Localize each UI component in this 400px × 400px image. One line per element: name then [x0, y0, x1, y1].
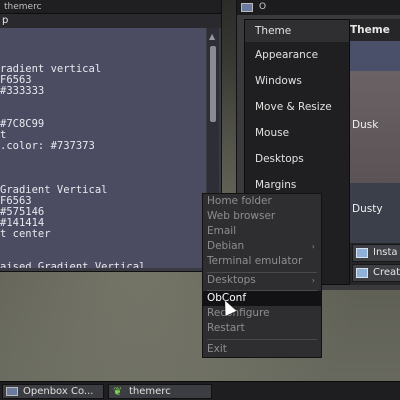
sidebar-item-label: Move & Resize — [255, 101, 332, 113]
obconf-titlebar[interactable]: O — [237, 0, 400, 15]
leaf-icon: ❦ — [113, 385, 123, 398]
task-themerc[interactable]: ❦ themerc — [108, 384, 212, 399]
window-icon — [241, 3, 253, 12]
theme-row-dusty[interactable]: Dusty — [350, 183, 400, 243]
submenu-arrow-icon: › — [311, 276, 315, 285]
task-label: Openbox Co... — [23, 386, 94, 397]
menu-item-exit[interactable]: Exit — [203, 342, 321, 357]
editor-title: themerc — [4, 2, 42, 12]
sidebar-item-desktops[interactable]: Desktops — [245, 146, 349, 172]
create-theme-button[interactable]: Creat — [352, 264, 400, 282]
editor-text-line — [0, 240, 206, 251]
menu-item-desktops[interactable]: Desktops › — [203, 273, 321, 288]
editor-text-line: #7C8C99 — [0, 118, 45, 130]
menu-separator — [207, 339, 317, 340]
create-label: Creat — [373, 267, 400, 278]
sidebar-item-label: Appearance — [255, 49, 319, 61]
menu-item-label: Terminal emulator — [207, 255, 303, 267]
editor-text-line: aised Gradient Vertical — [0, 261, 146, 269]
install-theme-button[interactable]: Insta — [352, 244, 400, 262]
install-icon — [356, 248, 368, 258]
menu-item-label: Desktops — [207, 274, 256, 286]
window-icon — [6, 387, 18, 396]
menu-item-label: Restart — [207, 322, 245, 334]
menu-item-label: Web browser — [207, 210, 276, 222]
menu-item-debian[interactable]: Debian › — [203, 239, 321, 254]
sidebar-item-label: Desktops — [255, 153, 304, 165]
submenu-arrow-icon: › — [311, 242, 315, 251]
menu-item-label: Reconfigure — [207, 307, 270, 319]
desktop-background: themerc p radient vertical F6563 #333333 #7… — [0, 0, 400, 400]
theme-column-header[interactable]: Theme — [350, 19, 400, 41]
menu-item-terminal-emulator[interactable]: Terminal emulator — [203, 254, 321, 269]
sidebar-item-label: Mouse — [255, 127, 290, 139]
theme-row-dusk[interactable]: Dusk — [350, 71, 400, 183]
theme-preview-stripe — [350, 41, 400, 71]
editor-text-line: t center — [0, 228, 51, 240]
taskbar: Openbox Co... ❦ themerc — [0, 381, 400, 400]
theme-list: Theme Dusk Dusty Insta Creat — [350, 19, 400, 285]
task-label: themerc — [129, 386, 171, 397]
menu-item-label: Home folder — [207, 195, 272, 207]
menu-item-reconfigure[interactable]: Reconfigure — [203, 306, 321, 321]
sidebar-item-label: Margins — [255, 179, 297, 191]
editor-text-line — [0, 152, 206, 163]
root-menu: Home folder Web browser Email Debian › Te… — [202, 193, 322, 358]
editor-window: themerc p radient vertical F6563 #333333 #7… — [0, 0, 222, 272]
sidebar-item-theme[interactable]: Theme — [245, 20, 349, 42]
sidebar-item-label: Windows — [255, 75, 302, 87]
sidebar-item-windows[interactable]: Windows — [245, 68, 349, 94]
editor-text-line — [0, 163, 206, 174]
editor-text-line: .color: #737373 — [0, 140, 95, 152]
scrollbar-thumb[interactable] — [210, 46, 216, 122]
menu-item-email[interactable]: Email — [203, 224, 321, 239]
menu-item-label: Exit — [207, 343, 227, 355]
editor-menu-item[interactable]: p — [2, 15, 8, 26]
sidebar-item-label: Theme — [255, 25, 292, 37]
editor-menubar[interactable]: p — [0, 14, 221, 28]
create-icon — [356, 268, 368, 278]
install-label: Insta — [373, 247, 398, 258]
obconf-title: O — [259, 2, 267, 12]
menu-item-label: Email — [207, 225, 237, 237]
scroll-up-icon[interactable]: ▲ — [209, 32, 215, 41]
menu-item-label: Debian — [207, 240, 245, 252]
menu-item-home-folder[interactable]: Home folder — [203, 194, 321, 209]
menu-item-restart[interactable]: Restart — [203, 321, 321, 336]
editor-text-area[interactable]: radient vertical F6563 #333333 #7C8C99 t .col… — [0, 28, 206, 268]
sidebar-item-mouse[interactable]: Mouse — [245, 120, 349, 146]
theme-name: Dusty — [352, 203, 383, 215]
menu-item-web-browser[interactable]: Web browser — [203, 209, 321, 224]
task-openbox-config[interactable]: Openbox Co... — [2, 384, 104, 399]
theme-name: Dusk — [352, 119, 379, 131]
sidebar-item-appearance[interactable]: Appearance — [245, 42, 349, 68]
editor-text-line: #333333 — [0, 85, 45, 97]
editor-titlebar[interactable]: themerc — [0, 0, 221, 14]
sidebar-item-move-resize[interactable]: Move & Resize — [245, 94, 349, 120]
editor-text-line — [0, 97, 206, 108]
